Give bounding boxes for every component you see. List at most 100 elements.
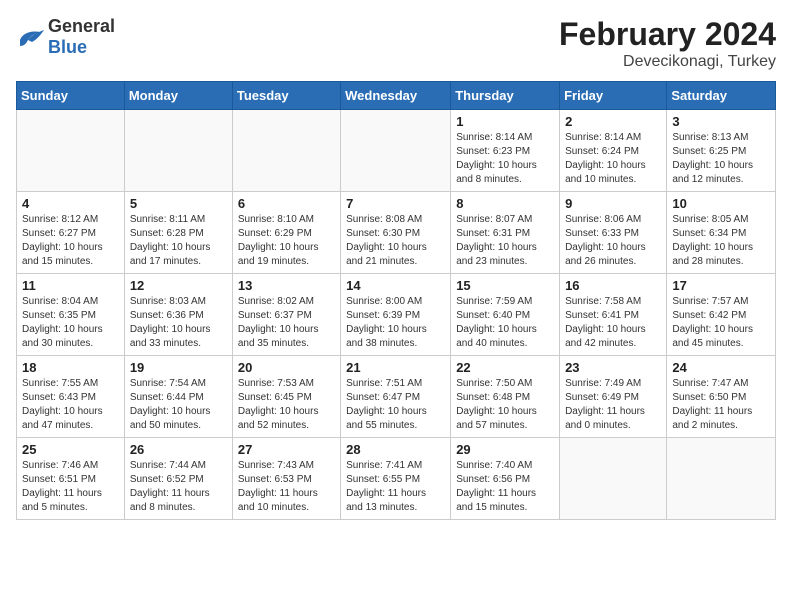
col-header-saturday: Saturday bbox=[667, 82, 776, 110]
day-info: Sunrise: 8:10 AM Sunset: 6:29 PM Dayligh… bbox=[238, 213, 335, 269]
calendar-cell: 9 Sunrise: 8:06 AM Sunset: 6:33 PM Daylig… bbox=[560, 192, 667, 274]
day-info: Sunrise: 8:06 AM Sunset: 6:33 PM Dayligh… bbox=[565, 213, 661, 269]
calendar-subtitle: Devecikonagi, Turkey bbox=[559, 53, 776, 71]
calendar-cell: 21 Sunrise: 7:51 AM Sunset: 6:47 PM Dayli… bbox=[341, 356, 451, 438]
day-info: Sunrise: 8:14 AM Sunset: 6:23 PM Dayligh… bbox=[456, 131, 554, 187]
day-info: Sunrise: 8:03 AM Sunset: 6:36 PM Dayligh… bbox=[130, 295, 227, 351]
day-info: Sunrise: 7:50 AM Sunset: 6:48 PM Dayligh… bbox=[456, 377, 554, 433]
calendar-cell: 15Sunrise: 7:59 AM Sunset: 6:40 PM Dayli… bbox=[451, 274, 560, 356]
day-info: Sunrise: 7:44 AM Sunset: 6:52 PM Dayligh… bbox=[130, 459, 227, 515]
day-number: 27 bbox=[238, 442, 335, 457]
logo-blue-text: Blue bbox=[48, 37, 87, 57]
calendar-cell bbox=[124, 110, 232, 192]
day-number: 3 bbox=[672, 114, 770, 129]
calendar-week-row: 18Sunrise: 7:55 AM Sunset: 6:43 PM Dayli… bbox=[17, 356, 776, 438]
calendar-cell: 14 Sunrise: 8:00 AM Sunset: 6:39 PM Dayli… bbox=[341, 274, 451, 356]
calendar-week-row: 11 Sunrise: 8:04 AM Sunset: 6:35 PM Dayli… bbox=[17, 274, 776, 356]
col-header-sunday: Sunday bbox=[17, 82, 125, 110]
calendar-header-row: SundayMondayTuesdayWednesdayThursdayFrid… bbox=[17, 82, 776, 110]
day-info: Sunrise: 7:54 AM Sunset: 6:44 PM Dayligh… bbox=[130, 377, 227, 433]
day-info: Sunrise: 7:47 AM Sunset: 6:50 PM Dayligh… bbox=[672, 377, 770, 433]
day-number: 16 bbox=[565, 278, 661, 293]
calendar-cell: 17 Sunrise: 7:57 AM Sunset: 6:42 PM Dayli… bbox=[667, 274, 776, 356]
day-number: 19 bbox=[130, 360, 227, 375]
day-info: Sunrise: 7:40 AM Sunset: 6:56 PM Dayligh… bbox=[456, 459, 554, 515]
calendar-cell: 16 Sunrise: 7:58 AM Sunset: 6:41 PM Dayli… bbox=[560, 274, 667, 356]
day-number: 10 bbox=[672, 196, 770, 211]
day-info: Sunrise: 8:04 AM Sunset: 6:35 PM Dayligh… bbox=[22, 295, 119, 351]
day-info: Sunrise: 7:43 AM Sunset: 6:53 PM Dayligh… bbox=[238, 459, 335, 515]
calendar-cell: 3 Sunrise: 8:13 AM Sunset: 6:25 PM Daylig… bbox=[667, 110, 776, 192]
day-number: 26 bbox=[130, 442, 227, 457]
calendar-cell: 10Sunrise: 8:05 AM Sunset: 6:34 PM Dayli… bbox=[667, 192, 776, 274]
day-number: 23 bbox=[565, 360, 661, 375]
calendar-cell: 24 Sunrise: 7:47 AM Sunset: 6:50 PM Dayli… bbox=[667, 356, 776, 438]
day-number: 11 bbox=[22, 278, 119, 293]
day-info: Sunrise: 7:51 AM Sunset: 6:47 PM Dayligh… bbox=[346, 377, 445, 433]
calendar-cell: 4 Sunrise: 8:12 AM Sunset: 6:27 PM Daylig… bbox=[17, 192, 125, 274]
day-info: Sunrise: 7:46 AM Sunset: 6:51 PM Dayligh… bbox=[22, 459, 119, 515]
calendar-cell: 6Sunrise: 8:10 AM Sunset: 6:29 PM Daylig… bbox=[232, 192, 340, 274]
calendar-cell: 27 Sunrise: 7:43 AM Sunset: 6:53 PM Dayli… bbox=[232, 438, 340, 520]
calendar-cell: 11 Sunrise: 8:04 AM Sunset: 6:35 PM Dayli… bbox=[17, 274, 125, 356]
calendar-cell: 19 Sunrise: 7:54 AM Sunset: 6:44 PM Dayli… bbox=[124, 356, 232, 438]
day-info: Sunrise: 8:14 AM Sunset: 6:24 PM Dayligh… bbox=[565, 131, 661, 187]
day-number: 7 bbox=[346, 196, 445, 211]
calendar-cell: 23 Sunrise: 7:49 AM Sunset: 6:49 PM Dayli… bbox=[560, 356, 667, 438]
calendar-cell: 7 Sunrise: 8:08 AM Sunset: 6:30 PM Daylig… bbox=[341, 192, 451, 274]
calendar-title: February 2024 bbox=[559, 16, 776, 53]
day-number: 18 bbox=[22, 360, 119, 375]
calendar-cell: 5 Sunrise: 8:11 AM Sunset: 6:28 PM Daylig… bbox=[124, 192, 232, 274]
col-header-thursday: Thursday bbox=[451, 82, 560, 110]
day-number: 17 bbox=[672, 278, 770, 293]
day-number: 14 bbox=[346, 278, 445, 293]
day-number: 20 bbox=[238, 360, 335, 375]
calendar-week-row: 4 Sunrise: 8:12 AM Sunset: 6:27 PM Daylig… bbox=[17, 192, 776, 274]
calendar-cell: 28Sunrise: 7:41 AM Sunset: 6:55 PM Dayli… bbox=[341, 438, 451, 520]
logo: General Blue bbox=[16, 16, 115, 58]
day-number: 21 bbox=[346, 360, 445, 375]
day-number: 29 bbox=[456, 442, 554, 457]
day-number: 22 bbox=[456, 360, 554, 375]
day-number: 28 bbox=[346, 442, 445, 457]
day-info: Sunrise: 8:00 AM Sunset: 6:39 PM Dayligh… bbox=[346, 295, 445, 351]
day-info: Sunrise: 7:59 AM Sunset: 6:40 PM Dayligh… bbox=[456, 295, 554, 351]
col-header-tuesday: Tuesday bbox=[232, 82, 340, 110]
calendar-cell: 2 Sunrise: 8:14 AM Sunset: 6:24 PM Daylig… bbox=[560, 110, 667, 192]
calendar-cell: 1Sunrise: 8:14 AM Sunset: 6:23 PM Daylig… bbox=[451, 110, 560, 192]
day-info: Sunrise: 8:13 AM Sunset: 6:25 PM Dayligh… bbox=[672, 131, 770, 187]
page-header: General Blue February 2024 Devecikonagi,… bbox=[16, 16, 776, 71]
calendar-cell: 26 Sunrise: 7:44 AM Sunset: 6:52 PM Dayli… bbox=[124, 438, 232, 520]
calendar-cell: 22 Sunrise: 7:50 AM Sunset: 6:48 PM Dayli… bbox=[451, 356, 560, 438]
day-number: 13 bbox=[238, 278, 335, 293]
calendar-week-row: 1Sunrise: 8:14 AM Sunset: 6:23 PM Daylig… bbox=[17, 110, 776, 192]
col-header-wednesday: Wednesday bbox=[341, 82, 451, 110]
calendar-cell bbox=[560, 438, 667, 520]
day-number: 2 bbox=[565, 114, 661, 129]
calendar-cell: 20 Sunrise: 7:53 AM Sunset: 6:45 PM Dayli… bbox=[232, 356, 340, 438]
calendar-cell bbox=[232, 110, 340, 192]
calendar-cell: 12 Sunrise: 8:03 AM Sunset: 6:36 PM Dayli… bbox=[124, 274, 232, 356]
calendar-cell bbox=[341, 110, 451, 192]
calendar-cell: 25Sunrise: 7:46 AM Sunset: 6:51 PM Dayli… bbox=[17, 438, 125, 520]
day-number: 5 bbox=[130, 196, 227, 211]
day-info: Sunrise: 8:02 AM Sunset: 6:37 PM Dayligh… bbox=[238, 295, 335, 351]
calendar-cell: 8 Sunrise: 8:07 AM Sunset: 6:31 PM Daylig… bbox=[451, 192, 560, 274]
day-info: Sunrise: 8:12 AM Sunset: 6:27 PM Dayligh… bbox=[22, 213, 119, 269]
calendar-week-row: 25Sunrise: 7:46 AM Sunset: 6:51 PM Dayli… bbox=[17, 438, 776, 520]
day-info: Sunrise: 8:08 AM Sunset: 6:30 PM Dayligh… bbox=[346, 213, 445, 269]
day-number: 8 bbox=[456, 196, 554, 211]
day-number: 4 bbox=[22, 196, 119, 211]
day-info: Sunrise: 7:49 AM Sunset: 6:49 PM Dayligh… bbox=[565, 377, 661, 433]
calendar-cell bbox=[667, 438, 776, 520]
day-number: 9 bbox=[565, 196, 661, 211]
day-info: Sunrise: 8:07 AM Sunset: 6:31 PM Dayligh… bbox=[456, 213, 554, 269]
col-header-monday: Monday bbox=[124, 82, 232, 110]
day-info: Sunrise: 7:57 AM Sunset: 6:42 PM Dayligh… bbox=[672, 295, 770, 351]
calendar-cell: 18Sunrise: 7:55 AM Sunset: 6:43 PM Dayli… bbox=[17, 356, 125, 438]
day-info: Sunrise: 7:53 AM Sunset: 6:45 PM Dayligh… bbox=[238, 377, 335, 433]
day-number: 12 bbox=[130, 278, 227, 293]
day-info: Sunrise: 8:11 AM Sunset: 6:28 PM Dayligh… bbox=[130, 213, 227, 269]
day-info: Sunrise: 7:58 AM Sunset: 6:41 PM Dayligh… bbox=[565, 295, 661, 351]
day-number: 24 bbox=[672, 360, 770, 375]
